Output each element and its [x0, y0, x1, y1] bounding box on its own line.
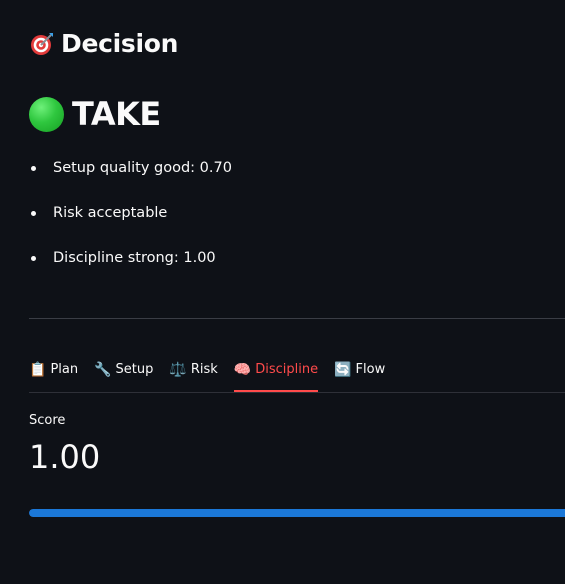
- tab-setup[interactable]: 🔧 Setup: [94, 356, 153, 392]
- refresh-arrows-icon: 🔄: [334, 362, 352, 378]
- tab-label: Flow: [355, 362, 386, 377]
- tab-discipline[interactable]: 🧠 Discipline: [233, 356, 319, 392]
- score-progress-fill: [29, 509, 565, 517]
- decision-page: Decision TAKE Setup quality good: 0.70 R…: [0, 0, 565, 584]
- verdict-heading: TAKE: [29, 94, 161, 134]
- verdict-label: TAKE: [72, 95, 161, 133]
- decision-title: Decision: [61, 29, 179, 58]
- section-divider: [29, 318, 565, 319]
- tab-bar-border: [29, 392, 565, 393]
- wrench-icon: 🔧: [94, 362, 112, 378]
- metric-value: 1.00: [29, 438, 101, 476]
- reasons-list: Setup quality good: 0.70 Risk acceptable…: [29, 154, 232, 289]
- metric-label: Score: [29, 413, 66, 428]
- tab-plan[interactable]: 📋 Plan: [29, 356, 78, 392]
- tab-label: Discipline: [255, 362, 319, 377]
- list-item: Setup quality good: 0.70: [29, 154, 232, 199]
- list-item: Risk acceptable: [29, 199, 232, 244]
- clipboard-icon: 📋: [29, 362, 47, 378]
- tab-label: Setup: [115, 362, 154, 377]
- green-circle-icon: [29, 96, 64, 132]
- list-item: Discipline strong: 1.00: [29, 244, 232, 289]
- brain-icon: 🧠: [233, 362, 252, 378]
- score-progress-bar: [29, 509, 565, 517]
- tab-flow[interactable]: 🔄 Flow: [334, 356, 385, 392]
- balance-scale-icon: ⚖️: [169, 362, 187, 378]
- direct-hit-target-icon: [31, 33, 53, 55]
- tab-risk[interactable]: ⚖️ Risk: [169, 356, 217, 392]
- decision-heading: Decision: [29, 28, 178, 60]
- tab-label: Plan: [50, 362, 79, 377]
- tab-bar: 📋 Plan 🔧 Setup ⚖️ Risk 🧠 Discipline 🔄 Fl…: [29, 356, 385, 392]
- tab-label: Risk: [190, 362, 218, 377]
